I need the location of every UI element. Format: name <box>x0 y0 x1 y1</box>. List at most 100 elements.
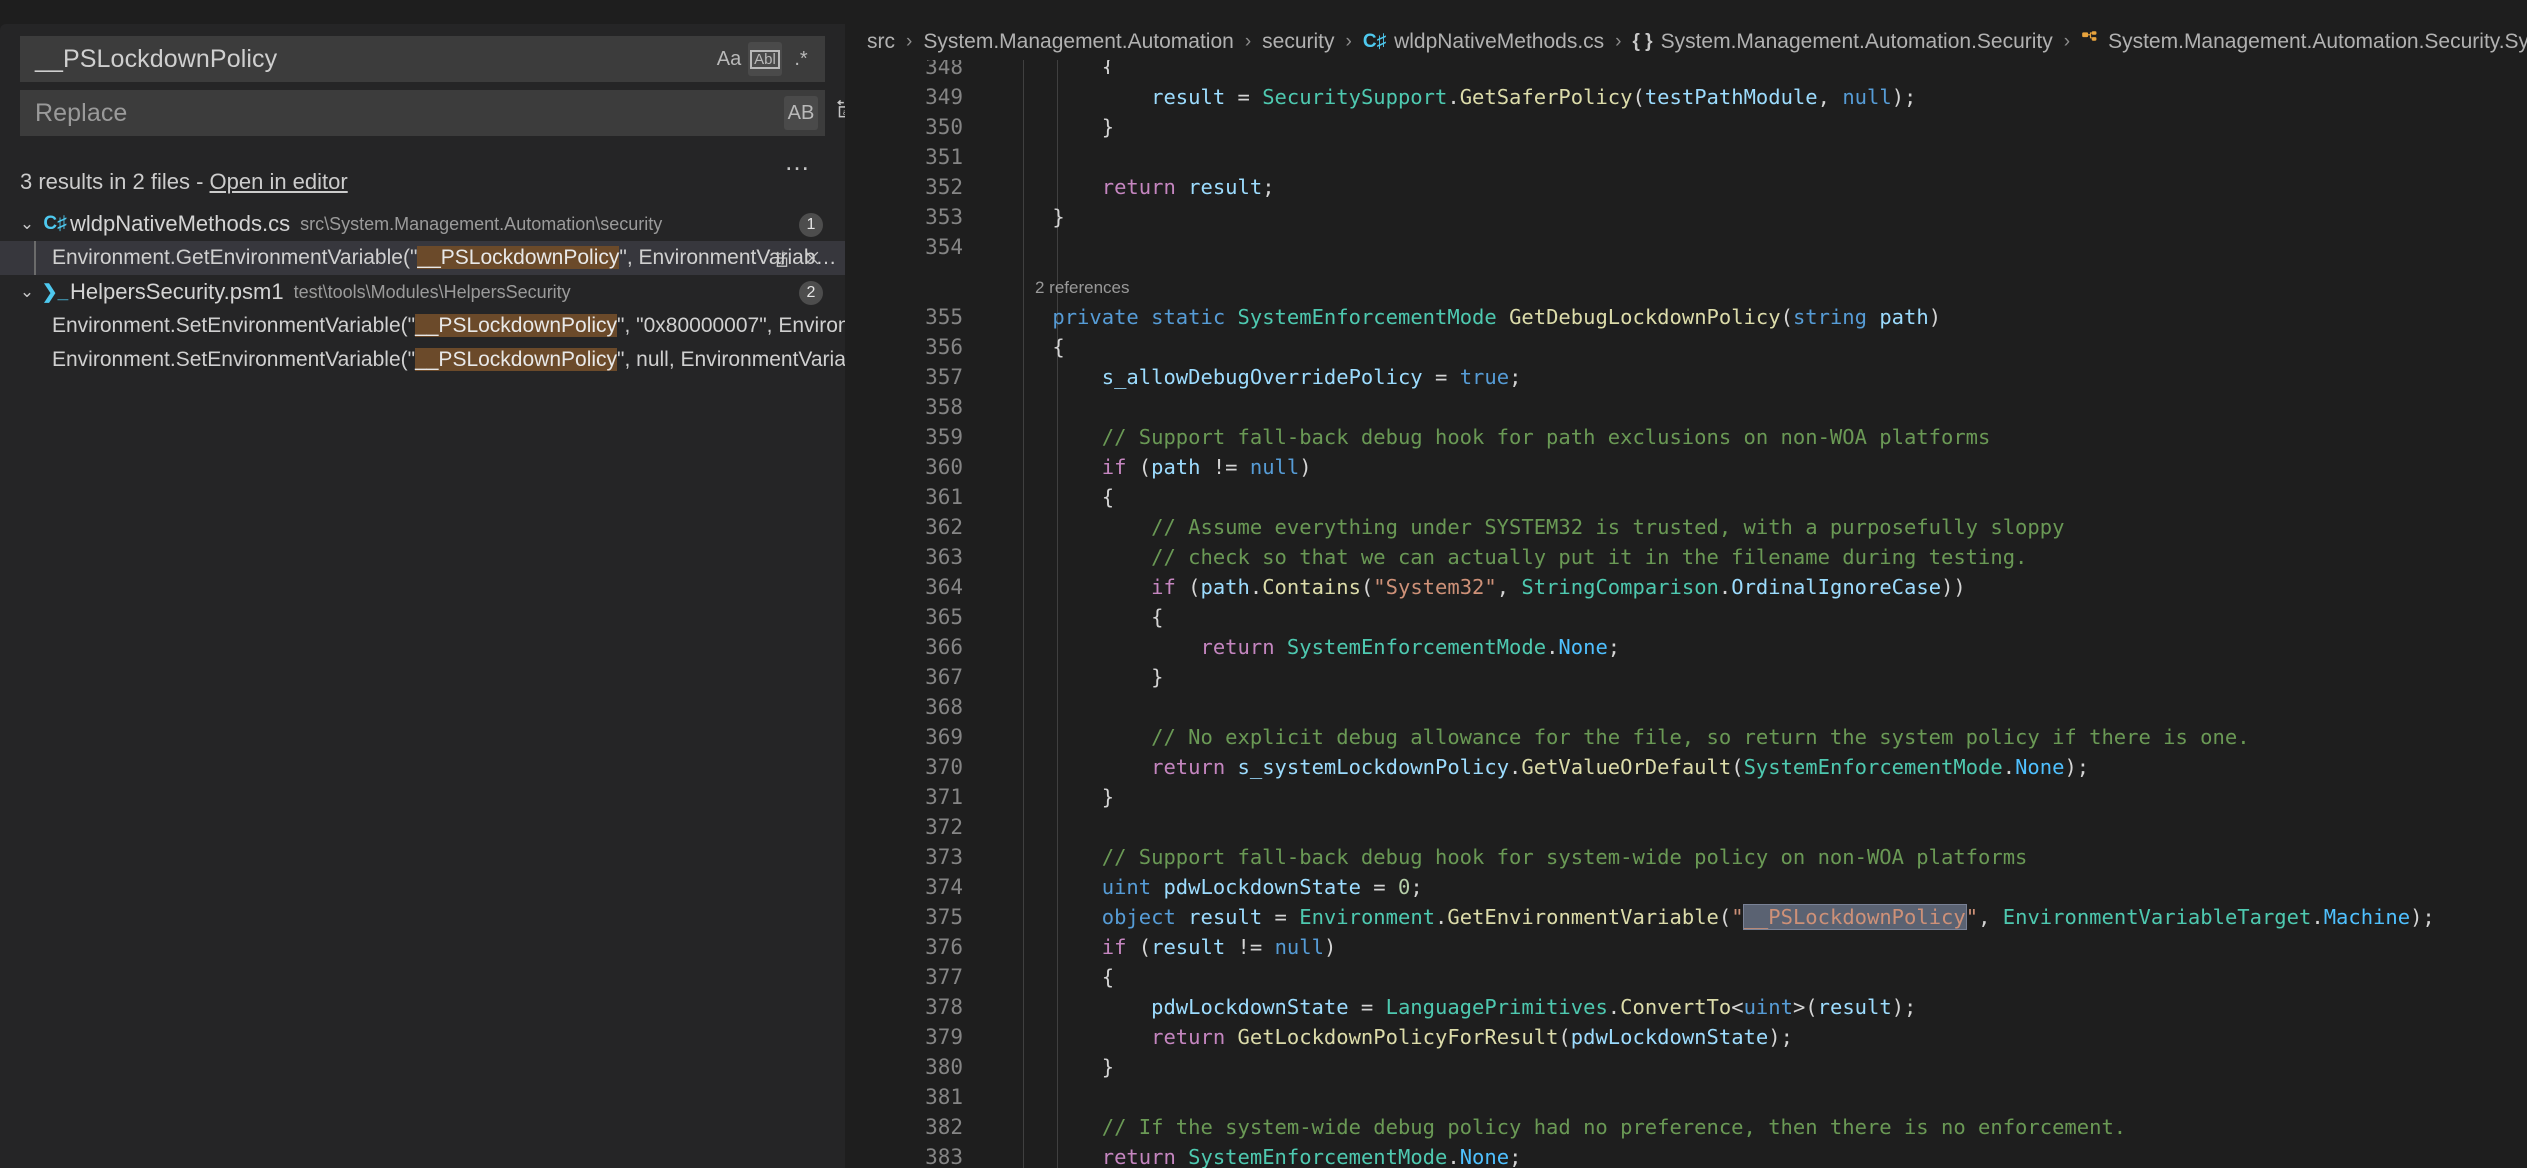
search-result-match-row[interactable]: Environment.SetEnvironmentVariable("__PS… <box>0 343 845 377</box>
code-token: = <box>1262 905 1300 929</box>
code-token: SecuritySupport <box>1262 85 1448 109</box>
code-line[interactable]: 367 } <box>845 662 2527 692</box>
panel-more-actions[interactable]: … <box>779 146 817 176</box>
search-field-row: __PSLockdownPolicy Aa Abl .* <box>20 36 825 82</box>
code-line[interactable]: 371 } <box>845 782 2527 812</box>
code-line[interactable]: 375 object result = Environment.GetEnvir… <box>845 902 2527 932</box>
code-editor[interactable]: 348 {349 result = SecuritySupport.GetSaf… <box>845 60 2527 1168</box>
breadcrumb-item[interactable]: security <box>1262 30 1334 54</box>
powershell-file-icon: ❯_ <box>41 281 69 303</box>
code-line[interactable]: 355 private static SystemEnforcementMode… <box>845 302 2527 332</box>
line-number: 376 <box>925 935 963 959</box>
breadcrumb-item[interactable]: src <box>867 30 895 54</box>
replace-input[interactable]: Replace AB <box>20 90 825 136</box>
match-row-actions: cb <box>767 241 827 275</box>
match-case-icon[interactable]: Aa <box>712 42 746 76</box>
code-token: null <box>1274 935 1324 959</box>
chevron-down-icon[interactable]: ⌄ <box>14 214 40 234</box>
dismiss-icon[interactable] <box>797 243 827 273</box>
code-token: ; <box>1262 175 1275 199</box>
breadcrumb-item[interactable]: C♯ wldpNativeMethods.cs <box>1363 30 1604 54</box>
code-line[interactable]: 350 } <box>845 112 2527 142</box>
preserve-case-icon[interactable]: AB <box>784 96 818 130</box>
code-line[interactable]: 354 <box>845 232 2527 262</box>
breadcrumb-label: System.Management.Automation <box>923 30 1234 53</box>
code-line[interactable]: 376 if (result != null) <box>845 932 2527 962</box>
breadcrumb-item[interactable]: System.Management.Automation <box>923 30 1234 54</box>
use-regex-icon[interactable]: .* <box>784 42 818 76</box>
breadcrumb: src › System.Management.Automation › securit… <box>845 24 2527 60</box>
search-result-match-row[interactable]: Environment.GetEnvironmentVariable("__PS… <box>0 241 845 275</box>
code-line[interactable]: 380 } <box>845 1052 2527 1082</box>
code-token: result <box>1188 905 1263 929</box>
code-token: null <box>1842 85 1892 109</box>
code-line[interactable]: 363 // check so that we can actually put… <box>845 542 2527 572</box>
codelens-spacer <box>845 262 2527 274</box>
code-line[interactable]: 351 <box>845 142 2527 172</box>
code-line[interactable]: 353 } <box>845 202 2527 232</box>
replace-input-placeholder: Replace <box>35 98 128 127</box>
code-line[interactable]: 349 result = SecuritySupport.GetSaferPol… <box>845 82 2527 112</box>
code-line[interactable]: 370 return s_systemLockdownPolicy.GetVal… <box>845 752 2527 782</box>
breadcrumb-item[interactable]: { } System.Management.Automation.Security <box>1633 30 2053 54</box>
code-line[interactable]: 366 return SystemEnforcementMode.None; <box>845 632 2527 662</box>
code-line[interactable]: 365 { <box>845 602 2527 632</box>
code-token: result <box>1817 995 1892 1019</box>
code-line[interactable]: 378 pdwLockdownState = LanguagePrimitive… <box>845 992 2527 1022</box>
code-line[interactable]: 379 return GetLockdownPolicyForResult(pd… <box>845 1022 2527 1052</box>
search-result-match-row[interactable]: Environment.SetEnvironmentVariable("__PS… <box>0 309 845 343</box>
code-text: return GetLockdownPolicyForResult(pdwLoc… <box>1003 1022 2527 1052</box>
code-text: { <box>1003 962 2527 992</box>
code-line[interactable]: 356 { <box>845 332 2527 362</box>
code-line[interactable]: 364 if (path.Contains("System32", String… <box>845 572 2527 602</box>
code-line[interactable]: 369 // No explicit debug allowance for t… <box>845 722 2527 752</box>
code-token: uint <box>1101 875 1152 899</box>
codelens-references-link[interactable]: 2 references <box>1035 274 1130 302</box>
line-number: 382 <box>925 1115 963 1139</box>
code-line[interactable]: 381 <box>845 1082 2527 1112</box>
breadcrumb-label: wldpNativeMethods.cs <box>1394 30 1605 53</box>
code-text: } <box>1003 1052 2527 1082</box>
code-text: { <box>1003 332 2527 362</box>
breadcrumb-item[interactable]: System.Management.Automation.Security.Sy… <box>2081 30 2527 55</box>
open-in-editor-link[interactable]: Open in editor <box>210 169 348 194</box>
code-line[interactable]: 352 return result; <box>845 172 2527 202</box>
code-text: { <box>1003 602 2527 632</box>
code-line[interactable]: 377 { <box>845 962 2527 992</box>
code-text: { <box>1003 60 2527 74</box>
code-line[interactable]: 368 <box>845 692 2527 722</box>
code-line[interactable]: 348 { <box>845 60 2527 82</box>
code-line[interactable]: 360 if (path != null) <box>845 452 2527 482</box>
code-text: // check so that we can actually put it … <box>1003 542 2527 572</box>
code-line[interactable]: 357 s_allowDebugOverridePolicy = true; <box>845 362 2527 392</box>
code-body: 348 {349 result = SecuritySupport.GetSaf… <box>845 60 2527 1168</box>
code-line[interactable]: 372 <box>845 812 2527 842</box>
search-result-file-row[interactable]: ⌄ ❯_ HelpersSecurity.psm1 test\tools\Module… <box>0 275 845 309</box>
code-line[interactable]: 374 uint pdwLockdownState = 0; <box>845 872 2527 902</box>
match-whole-word-icon[interactable]: Abl <box>748 42 782 76</box>
code-token: ) <box>1323 935 1337 959</box>
results-summary: 3 results in 2 files - Open in editor <box>20 169 348 195</box>
code-line[interactable]: 362 // Assume everything under SYSTEM32 … <box>845 512 2527 542</box>
code-token: object <box>1101 905 1176 929</box>
class-icon <box>2081 30 2100 55</box>
search-result-file-row[interactable]: ⌄ C♯ wldpNativeMethods.cs src\System.Manage… <box>0 207 845 241</box>
replace-icon[interactable]: cb <box>767 243 797 273</box>
code-line[interactable]: 361 { <box>845 482 2527 512</box>
code-token: s_systemLockdownPolicy <box>1237 755 1510 779</box>
code-line[interactable]: 358 <box>845 392 2527 422</box>
code-line[interactable]: 382 // If the system-wide debug policy h… <box>845 1112 2527 1142</box>
line-number: 371 <box>925 785 963 809</box>
code-token: } <box>1003 115 1115 139</box>
code-line[interactable]: 359 // Support fall-back debug hook for … <box>845 422 2527 452</box>
code-token: path <box>1151 455 1201 479</box>
chevron-down-icon[interactable]: ⌄ <box>14 282 40 302</box>
search-input[interactable]: __PSLockdownPolicy Aa Abl .* <box>20 36 825 82</box>
code-token: ; <box>1509 365 1522 389</box>
code-line[interactable]: 383 return SystemEnforcementMode.None; <box>845 1142 2527 1168</box>
code-line[interactable]: 373 // Support fall-back debug hook for … <box>845 842 2527 872</box>
